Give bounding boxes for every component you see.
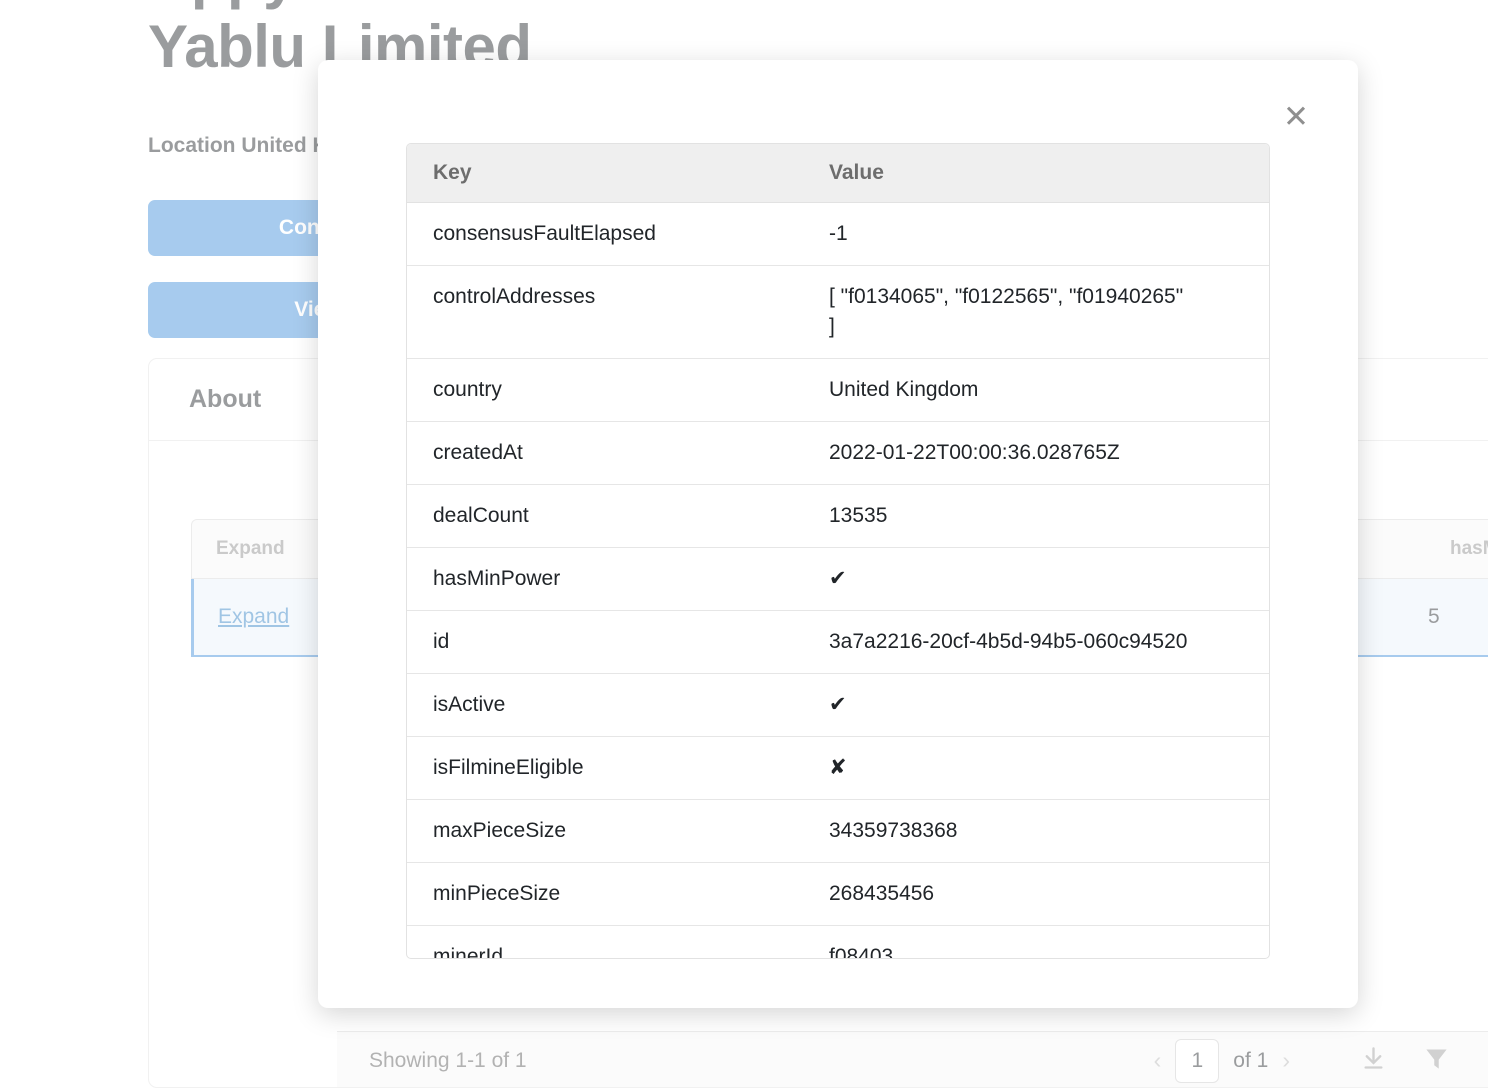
kv-key: consensusFaultElapsed	[407, 202, 803, 266]
kv-value: 2022-01-22T00:00:36.028765Z	[803, 421, 1269, 485]
kv-row: maxPieceSize 34359738368	[407, 799, 1269, 863]
kv-header-value: Value	[803, 144, 1269, 203]
kv-value: [ "f0134065", "f0122565", "f01940265" ]	[803, 265, 1269, 359]
kv-key: country	[407, 358, 803, 422]
kv-header-key: Key	[407, 144, 803, 203]
kv-key: maxPieceSize	[407, 799, 803, 863]
kv-key: controlAddresses	[407, 265, 803, 359]
kv-value: f08403	[803, 925, 1269, 958]
kv-row: id 3a7a2216-20cf-4b5d-94b5-060c94520	[407, 610, 1269, 674]
kv-value: -1	[803, 202, 1269, 266]
kv-header-row: Key Value	[407, 144, 1269, 203]
kv-value: ✔	[803, 673, 1269, 737]
kv-value: 268435456	[803, 862, 1269, 926]
app-root: HppyHite Yablu Limited Location United K…	[0, 0, 1488, 1088]
kv-row: isActive ✔	[407, 673, 1269, 737]
kv-value: ✘	[803, 736, 1269, 800]
kv-row: createdAt 2022-01-22T00:00:36.028765Z	[407, 421, 1269, 485]
kv-row: country United Kingdom	[407, 358, 1269, 422]
kv-key: isFilmineEligible	[407, 736, 803, 800]
kv-value: 3a7a2216-20cf-4b5d-94b5-060c94520	[803, 610, 1269, 674]
kv-row: isFilmineEligible ✘	[407, 736, 1269, 800]
kv-value: ✔	[803, 547, 1269, 611]
kv-row: controlAddresses[ "f0134065", "f0122565"…	[407, 265, 1269, 359]
kv-key: hasMinPower	[407, 547, 803, 611]
kv-value: 34359738368	[803, 799, 1269, 863]
kv-key: minPieceSize	[407, 862, 803, 926]
kv-row: hasMinPower ✔	[407, 547, 1269, 611]
kv-key: id	[407, 610, 803, 674]
close-icon[interactable]: ✕	[1276, 96, 1316, 136]
kv-row: dealCount 13535	[407, 484, 1269, 548]
kv-row: minPieceSize 268435456	[407, 862, 1269, 926]
details-modal: ✕ Key Value consensusFaultElapsed -1 contr…	[318, 60, 1358, 1008]
kv-row: minerId f08403	[407, 925, 1269, 958]
kv-key: createdAt	[407, 421, 803, 485]
kv-value: 13535	[803, 484, 1269, 548]
key-value-table: Key Value consensusFaultElapsed -1 control…	[407, 144, 1269, 958]
kv-key: isActive	[407, 673, 803, 737]
kv-value: United Kingdom	[803, 358, 1269, 422]
kv-row: consensusFaultElapsed -1	[407, 202, 1269, 266]
kv-key: minerId	[407, 925, 803, 958]
kv-key: dealCount	[407, 484, 803, 548]
kv-body: consensusFaultElapsed -1 controlAddresses[…	[407, 202, 1269, 958]
key-value-table-wrapper: Key Value consensusFaultElapsed -1 control…	[406, 143, 1270, 959]
